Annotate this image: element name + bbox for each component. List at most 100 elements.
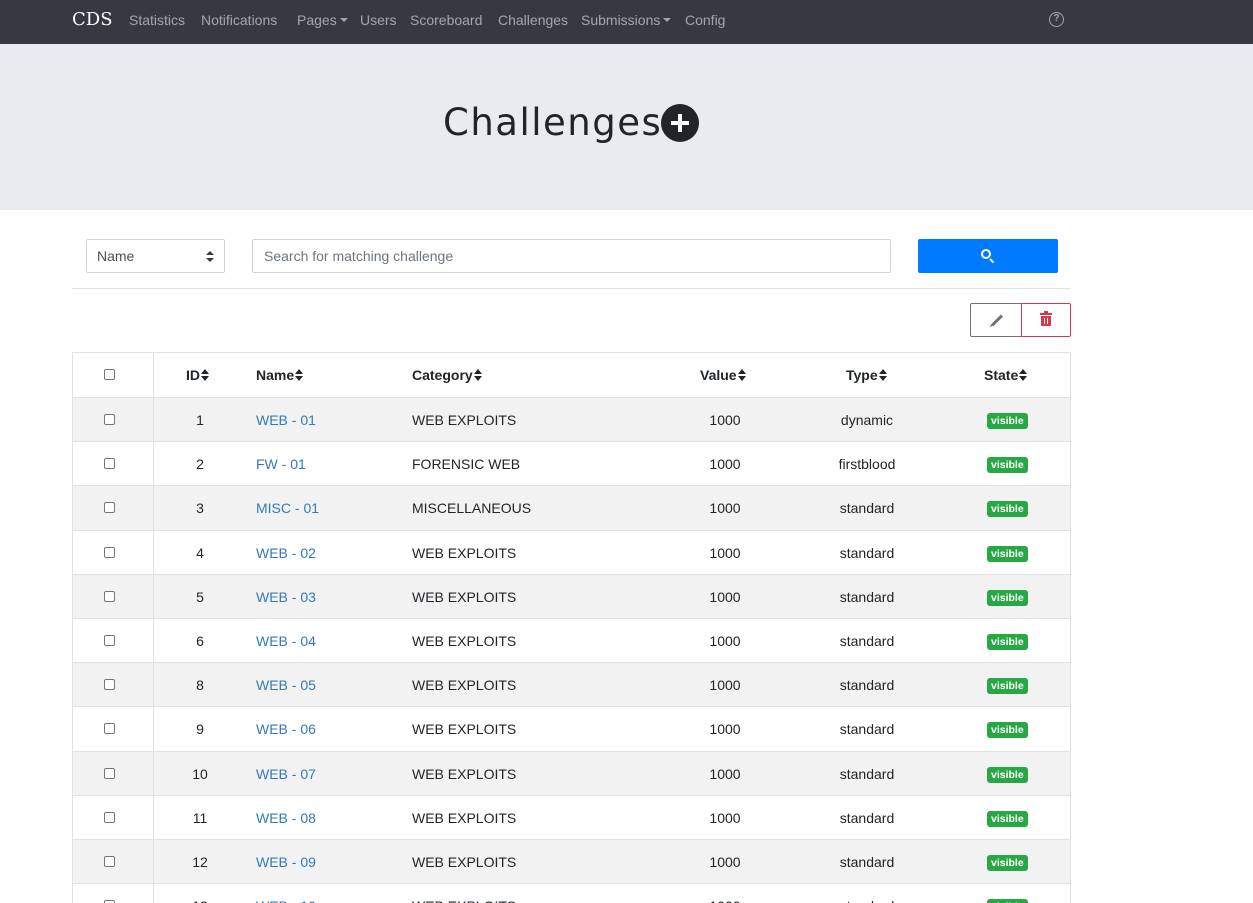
challenge-name-link[interactable]: FW - 01 (256, 456, 306, 472)
cell-category: WEB EXPLOITS (412, 632, 517, 649)
cell-type: standard (839, 500, 895, 517)
cell-category: FORENSIC WEB (412, 456, 521, 473)
nav-scoreboard[interactable]: Scoreboard (410, 12, 482, 28)
challenge-name-link[interactable]: WEB - 10 (256, 898, 316, 903)
challenge-name-link[interactable]: WEB - 03 (256, 589, 316, 605)
row-checkbox[interactable] (104, 811, 115, 823)
cell-category: WEB EXPLOITS (412, 809, 517, 826)
nav-submissions-label: Submissions (581, 12, 661, 28)
cell-category: WEB EXPLOITS (412, 721, 517, 738)
row-checkbox[interactable] (104, 590, 115, 602)
select-all-checkbox[interactable] (104, 369, 115, 380)
challenge-name-link[interactable]: WEB - 01 (256, 412, 316, 428)
cell-category: MISCELLANEOUS (412, 500, 532, 517)
cell-category: WEB EXPLOITS (412, 898, 516, 903)
challenge-name-link[interactable]: WEB - 05 (256, 677, 316, 693)
table-row: 3 MISC - 01 MISCELLANEOUS 1000 standard visib… (73, 486, 1070, 531)
cell-value: 1000 (709, 721, 741, 738)
state-badge: visible (987, 810, 1028, 827)
cell-value: 1000 (709, 765, 741, 782)
row-checkbox[interactable] (104, 723, 115, 735)
nav-users[interactable]: Users (360, 12, 397, 28)
cell-value: 1000 (709, 809, 741, 826)
brand-logo[interactable]: CDS (72, 9, 113, 30)
cell-value: 1000 (709, 412, 741, 428)
cell-category: WEB EXPLOITS (412, 588, 517, 605)
nav-notifications[interactable]: Notifications (201, 12, 277, 28)
bulk-delete-button[interactable] (1021, 303, 1071, 337)
table-row: 6 WEB - 04 WEB EXPLOITS 1000 standard visible (73, 618, 1070, 664)
sort-icon (737, 369, 747, 382)
row-checkbox[interactable] (104, 502, 115, 514)
row-checkbox[interactable] (104, 458, 115, 470)
column-header-value[interactable]: Value (700, 367, 747, 383)
challenge-name-link[interactable]: WEB - 02 (256, 545, 316, 561)
cell-value: 1000 (709, 853, 741, 870)
nav-pages-dropdown[interactable]: Pages (297, 12, 348, 28)
nav-statistics[interactable]: Statistics (129, 12, 185, 28)
cell-type: standard (839, 632, 895, 649)
cell-id: 8 (196, 677, 204, 694)
cell-value: 1000 (709, 632, 741, 649)
cell-category: WEB EXPLOITS (412, 544, 517, 561)
plus-circle-icon[interactable] (661, 104, 699, 142)
challenge-name-link[interactable]: WEB - 04 (256, 633, 316, 649)
cell-type: dynamic (840, 412, 894, 428)
cell-type: standard (839, 677, 895, 694)
cell-category: WEB EXPLOITS (412, 765, 517, 782)
state-badge: visible (987, 413, 1028, 429)
row-checkbox[interactable] (104, 546, 115, 558)
state-badge: visible (987, 589, 1028, 606)
cell-type: standard (839, 765, 895, 782)
challenge-name-link[interactable]: WEB - 08 (256, 810, 316, 826)
cell-type: standard (839, 588, 895, 605)
table-header: ID Name Category Value Type State (73, 353, 1070, 398)
nav-submissions-dropdown[interactable]: Submissions (581, 12, 672, 28)
search-field-selected: Name (97, 248, 135, 264)
cell-id: 2 (196, 456, 204, 473)
state-badge: visible (987, 899, 1028, 903)
nav-config[interactable]: Config (685, 12, 725, 28)
column-header-name[interactable]: Name (256, 367, 304, 383)
cell-id: 9 (196, 721, 204, 738)
row-checkbox[interactable] (104, 634, 115, 646)
search-button[interactable] (918, 239, 1058, 273)
column-header-state[interactable]: State (984, 367, 1028, 383)
bulk-edit-button[interactable] (970, 303, 1022, 337)
state-badge: visible (987, 545, 1028, 562)
row-checkbox[interactable] (104, 414, 115, 425)
cell-value: 1000 (709, 544, 741, 561)
sort-icon (1019, 369, 1028, 382)
column-header-id[interactable]: ID (186, 367, 210, 383)
search-field-select[interactable]: Name (86, 239, 225, 273)
nav-challenges[interactable]: Challenges (498, 12, 568, 28)
sort-icon (473, 369, 483, 382)
cell-id: 12 (192, 853, 208, 870)
cell-id: 6 (196, 632, 204, 649)
question-circle-icon[interactable]: ? (1049, 12, 1064, 27)
cell-category: WEB EXPLOITS (412, 412, 517, 428)
row-checkbox[interactable] (104, 767, 115, 779)
cell-id: 3 (196, 500, 204, 517)
column-header-type[interactable]: Type (846, 367, 888, 383)
row-checkbox[interactable] (104, 679, 115, 691)
challenge-name-link[interactable]: WEB - 07 (256, 766, 316, 782)
challenge-name-link[interactable]: WEB - 06 (256, 721, 316, 737)
page-header: Challenges (0, 44, 1253, 210)
table-row: 11 WEB - 08 WEB EXPLOITS 1000 standard visibl… (73, 795, 1070, 840)
select-arrows-icon (206, 251, 214, 263)
challenge-name-link[interactable]: WEB - 09 (256, 854, 316, 870)
challenge-name-link[interactable]: MISC - 01 (256, 500, 319, 516)
divider (72, 288, 1071, 289)
search-input[interactable] (252, 239, 891, 273)
cell-id: 13 (192, 898, 208, 903)
cell-value: 1000 (709, 456, 741, 473)
row-checkbox[interactable] (104, 855, 115, 867)
cell-id: 10 (192, 765, 208, 782)
column-header-category[interactable]: Category (412, 367, 483, 383)
pencil-icon (990, 314, 1004, 327)
state-badge: visible (987, 854, 1028, 871)
cell-id: 5 (196, 588, 204, 605)
state-badge: visible (987, 766, 1028, 783)
table-row: 4 WEB - 02 WEB EXPLOITS 1000 standard visible (73, 530, 1070, 575)
